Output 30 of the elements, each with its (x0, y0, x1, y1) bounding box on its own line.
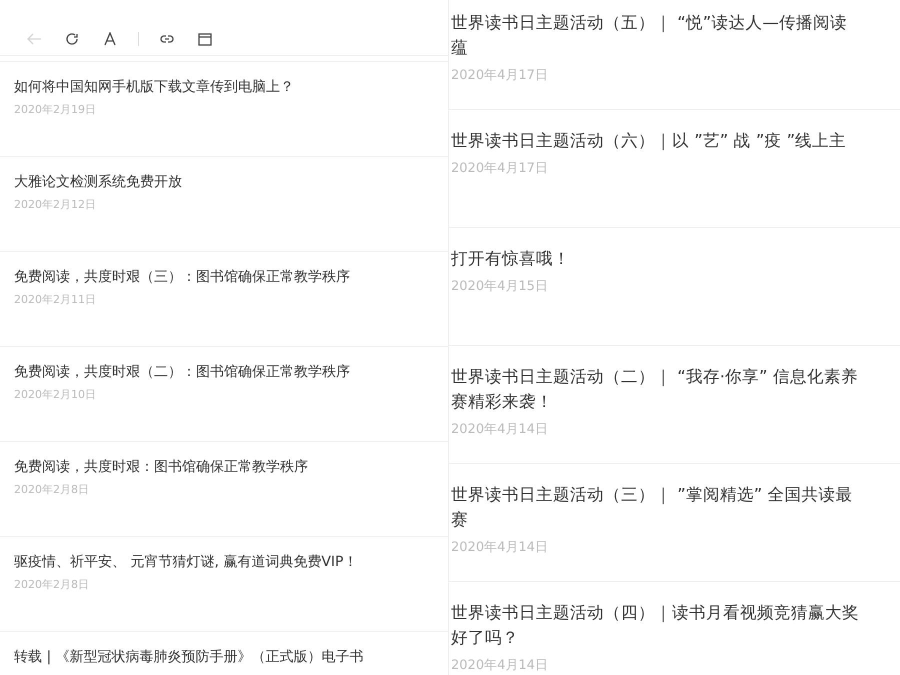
article-date: 2020年4月17日 (451, 160, 549, 178)
article-title[interactable]: 世界读书日主题活动（六）｜以 ”艺” 战 ”疫 ”线上主 (451, 128, 900, 153)
article-date: 2020年2月8日 (14, 577, 90, 593)
back-arrow-icon (26, 32, 42, 46)
article-title[interactable]: 免费阅读，共度时艰：图书馆确保正常教学秩序 (14, 456, 448, 478)
article-date: 2020年4月14日 (451, 657, 549, 675)
article-title[interactable]: 转载 | 《新型冠状病毒肺炎预防手册》（正式版）电子书 (14, 646, 448, 668)
article-title[interactable]: 免费阅读，共度时艰（三）：图书馆确保正常教学秩序 (14, 266, 448, 288)
article-title[interactable]: 免费阅读，共度时艰（二）：图书馆确保正常教学秩序 (14, 361, 448, 383)
article-date: 2020年4月14日 (451, 539, 549, 557)
article-date: 2020年2月11日 (14, 292, 97, 308)
article-date: 2020年2月19日 (14, 102, 97, 118)
article-date: 2020年2月10日 (14, 387, 97, 403)
font-icon (104, 32, 116, 46)
article-title[interactable]: 世界读书日主题活动（二）｜ “我存·你享” 信息化素养 赛精彩来袭！ (451, 364, 900, 414)
article-date: 2020年2月12日 (14, 197, 97, 213)
article-date: 2020年4月14日 (451, 421, 549, 439)
window-icon (198, 32, 212, 46)
article-title[interactable]: 世界读书日主题活动（四）｜读书月看视频竞猜赢大奖 好了吗？ (451, 600, 900, 650)
article-title[interactable]: 打开有惊喜哦！ (451, 246, 900, 271)
article-title[interactable]: 世界读书日主题活动（三）｜ ”掌阅精选” 全国共读最 赛 (451, 482, 900, 532)
article-title[interactable]: 世界读书日主题活动（五）｜ “悦”读达人—传播阅读 蕴 (451, 10, 900, 60)
article-title[interactable]: 大雅论文检测系统免费开放 (14, 171, 448, 193)
article-title[interactable]: 如何将中国知网手机版下载文章传到电脑上？ (14, 76, 448, 98)
article-date: 2020年4月15日 (451, 278, 549, 296)
link-icon (159, 33, 175, 45)
article-date: 2020年4月17日 (451, 67, 549, 85)
article-title[interactable]: 驱疫情、祈平安、 元宵节猜灯谜, 赢有道词典免费VIP！ (14, 551, 448, 573)
article-date: 2020年2月8日 (14, 482, 90, 498)
refresh-icon (65, 32, 79, 46)
